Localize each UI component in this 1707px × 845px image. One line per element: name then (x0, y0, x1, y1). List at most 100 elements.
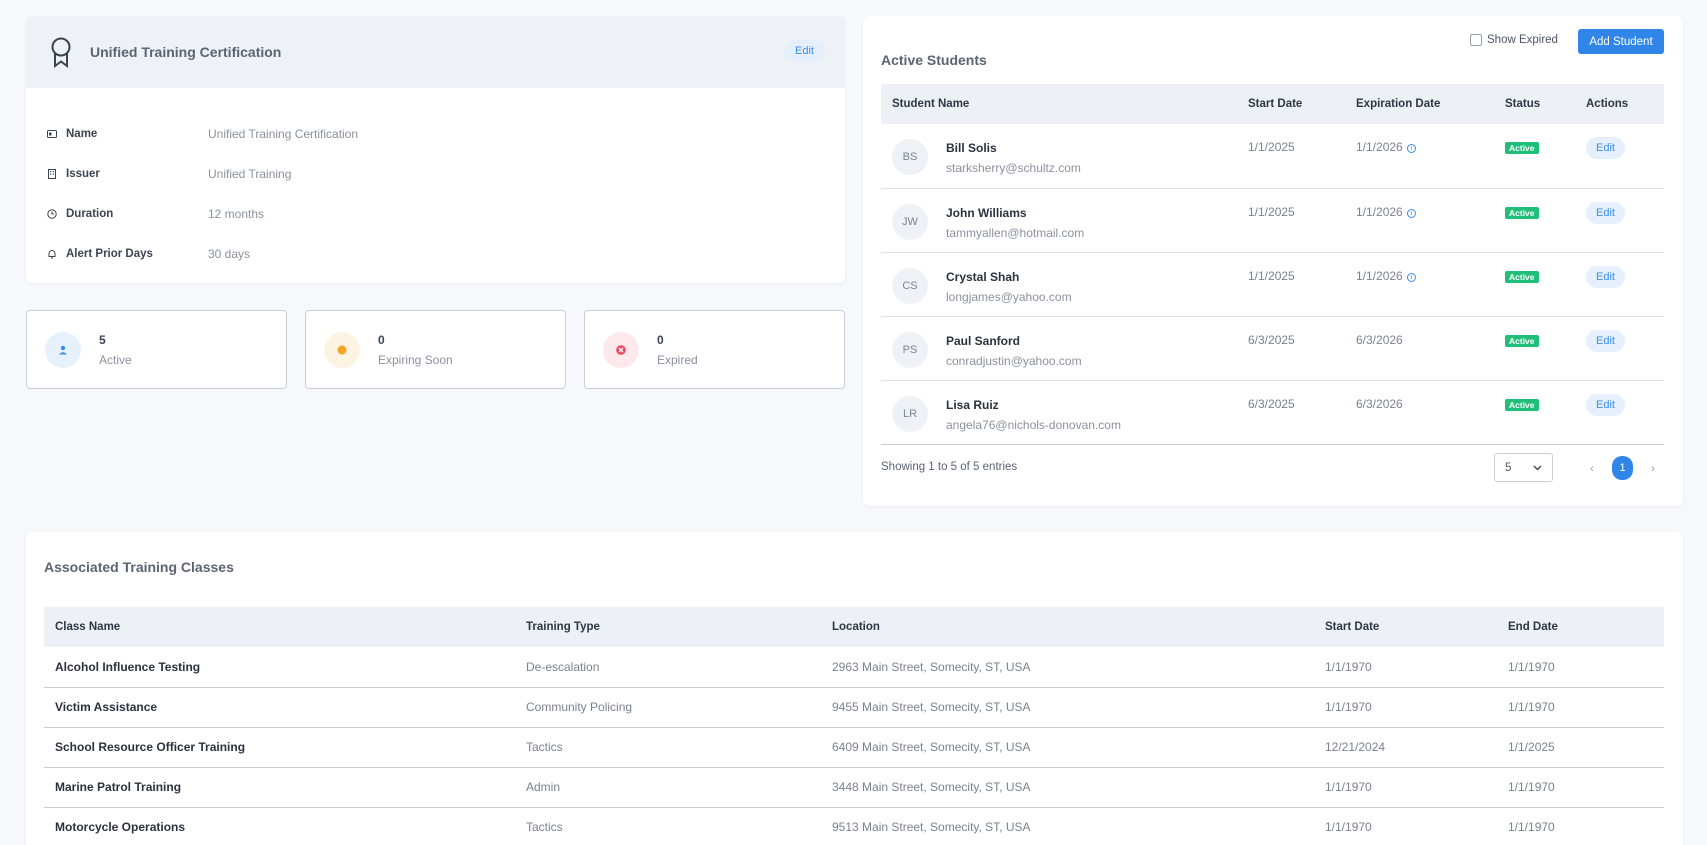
table-row[interactable]: Victim Assistance Community Policing 945… (44, 687, 1664, 728)
avatar: LR (892, 395, 928, 432)
training-type: Tactics (515, 727, 821, 768)
edit-student-button[interactable]: Edit (1586, 265, 1625, 288)
table-row[interactable]: Marine Patrol Training Admin 3448 Main S… (44, 767, 1664, 808)
column-header[interactable]: Student Name (881, 84, 1237, 124)
expiration-date: 1/1/2026 (1356, 268, 1403, 283)
table-header-row: Student Name Start Date Expiration Date … (881, 84, 1664, 124)
start-date: 12/21/2024 (1314, 727, 1497, 768)
field-value: 12 months (208, 207, 265, 221)
stat-expiring-soon: 0 Expiring Soon (305, 310, 566, 389)
class-name[interactable]: School Resource Officer Training (44, 727, 515, 768)
field-label: Name (66, 128, 98, 140)
edit-student-button[interactable]: Edit (1586, 393, 1625, 416)
x-circle-icon (603, 331, 639, 368)
student-name: Paul Sanford (946, 333, 1021, 348)
field-label: Duration (66, 208, 114, 220)
student-email: longjames@yahoo.com (946, 289, 1072, 304)
expiration-date: 1/1/2026 (1356, 204, 1403, 219)
stat-label: Expired (657, 352, 698, 367)
certification-header: Unified Training Certification Edit (26, 16, 845, 88)
edit-certification-button[interactable]: Edit (784, 40, 825, 62)
bell-icon (44, 249, 60, 259)
student-email: starksherry@schultz.com (946, 161, 1081, 175)
column-header[interactable]: Expiration Date (1345, 84, 1494, 124)
stat-expired: 0 Expired (584, 310, 845, 389)
table-row[interactable]: Motorcycle Operations Tactics 9513 Main … (44, 807, 1664, 845)
start-date: 1/1/1970 (1314, 767, 1497, 808)
info-icon[interactable]: i (1406, 144, 1416, 153)
class-name[interactable]: Motorcycle Operations (44, 807, 515, 845)
dot-icon (324, 331, 360, 368)
field-name: Name Unified Training Certification (44, 114, 845, 154)
expiration-date: 6/3/2026 (1356, 396, 1403, 411)
add-student-button[interactable]: Add Student (1578, 29, 1664, 54)
end-date: 1/1/1970 (1497, 807, 1664, 845)
award-ribbon-icon (46, 35, 76, 69)
column-header[interactable]: Start Date (1314, 607, 1497, 647)
info-icon[interactable]: i (1406, 208, 1416, 218)
table-row: CS Crystal Shah longjames@yahoo.com 1/1/20… (881, 252, 1664, 317)
avatar: BS (892, 139, 928, 175)
student-email: tammyallen@hotmail.com (946, 225, 1085, 240)
stat-value: 0 (378, 332, 385, 347)
end-date: 1/1/2025 (1497, 727, 1664, 768)
field-issuer: Issuer Unified Training (44, 154, 845, 194)
start-date: 1/1/1970 (1314, 647, 1497, 688)
column-header[interactable]: Start Date (1237, 84, 1345, 124)
field-value: Unified Training Certification (208, 127, 359, 141)
edit-student-button[interactable]: Edit (1586, 201, 1625, 224)
table-row: PS Paul Sanford conradjustin@yahoo.com 6/3… (881, 316, 1664, 381)
stat-active: 5 Active (26, 310, 287, 389)
training-type: Admin (515, 767, 821, 808)
certification-card: Unified Training Certification Edit Name… (26, 16, 845, 283)
active-students-card: Active Students Show Expired Add Student… (863, 16, 1683, 506)
show-expired-toggle[interactable]: Show Expired (1470, 34, 1558, 46)
stat-label: Expiring Soon (378, 352, 453, 367)
certification-title: Unified Training Certification (90, 44, 282, 60)
avatar: JW (892, 203, 928, 240)
start-date: 1/1/2025 (1237, 252, 1345, 317)
training-type: Tactics (515, 807, 821, 845)
table-row[interactable]: School Resource Officer Training Tactics… (44, 727, 1664, 768)
column-header[interactable]: End Date (1497, 607, 1664, 647)
table-row: JW John Williams tammyallen@hotmail.com 1/… (881, 188, 1664, 253)
expiration-date: 6/3/2026 (1356, 332, 1403, 347)
show-expired-checkbox[interactable] (1470, 34, 1482, 46)
avatar: PS (892, 331, 928, 368)
column-header[interactable]: Training Type (515, 607, 821, 647)
chevron-down-icon (1533, 462, 1542, 474)
location: 9513 Main Street, Somecity, ST, USA (821, 807, 1314, 845)
status-badge: Active (1505, 206, 1539, 219)
field-value: Unified Training (208, 167, 292, 181)
student-email: conradjustin@yahoo.com (946, 353, 1082, 368)
pagination: ‹ 1 › (1582, 456, 1663, 480)
column-header[interactable]: Status (1494, 84, 1575, 124)
id-card-icon (44, 130, 60, 138)
building-icon (44, 169, 60, 179)
status-badge: Active (1505, 270, 1539, 283)
status-badge: Active (1505, 398, 1539, 411)
info-icon[interactable]: i (1406, 272, 1416, 282)
class-name[interactable]: Victim Assistance (44, 687, 515, 728)
field-label: Issuer (66, 168, 100, 180)
end-date: 1/1/1970 (1497, 647, 1664, 688)
class-name[interactable]: Alcohol Influence Testing (44, 647, 515, 688)
clock-icon (44, 209, 60, 219)
column-header[interactable]: Location (821, 607, 1314, 647)
column-header[interactable]: Class Name (44, 607, 515, 647)
location: 3448 Main Street, Somecity, ST, USA (821, 767, 1314, 808)
edit-student-button[interactable]: Edit (1586, 137, 1625, 159)
class-name[interactable]: Marine Patrol Training (44, 767, 515, 808)
table-row[interactable]: Alcohol Influence Testing De-escalation … (44, 647, 1664, 688)
expiration-date: 1/1/2026 (1356, 140, 1403, 154)
training-type: De-escalation (515, 647, 821, 688)
edit-student-button[interactable]: Edit (1586, 329, 1625, 352)
user-icon (45, 331, 81, 368)
show-expired-label: Show Expired (1487, 34, 1558, 46)
location: 6409 Main Street, Somecity, ST, USA (821, 727, 1314, 768)
next-page-button[interactable]: › (1643, 461, 1663, 475)
page-1-button[interactable]: 1 (1612, 456, 1633, 480)
student-email: angela76@nichols-donovan.com (946, 417, 1121, 432)
prev-page-button[interactable]: ‹ (1582, 461, 1602, 475)
page-size-select[interactable]: 5 (1494, 453, 1553, 482)
